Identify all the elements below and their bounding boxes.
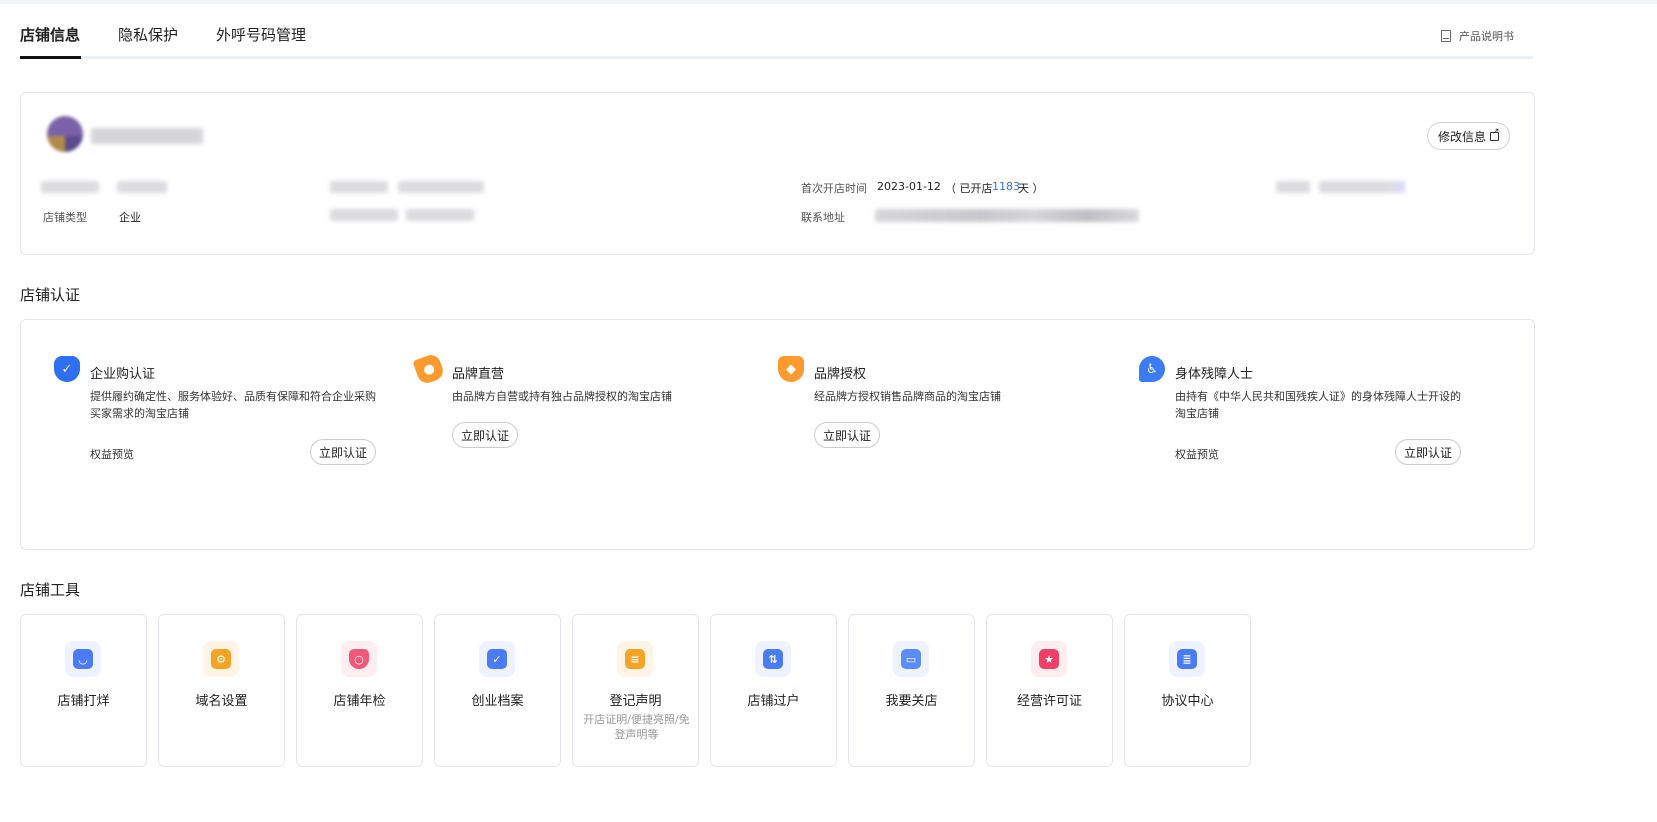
license-folder-icon: ★ <box>1031 641 1067 677</box>
cert-title: 品牌直营 <box>452 367 505 382</box>
address-label: 联系地址 <box>801 211 845 224</box>
tools-section-title: 店铺工具 <box>20 581 81 599</box>
product-manual-link[interactable]: 产品说明书 <box>1441 28 1514 44</box>
address-redacted <box>875 209 1139 222</box>
tool-name: 店铺打烊 <box>57 694 110 709</box>
redacted-label <box>41 181 99 193</box>
tool-name: 域名设置 <box>195 694 248 709</box>
tag-icon: ● <box>412 352 446 386</box>
tool-close-store[interactable]: ▭ 我要关店 <box>848 614 975 767</box>
store-info-card: 修改信息 首次开店时间 2023-01-12 （ 已开店 1183 天 ） 店铺… <box>20 92 1535 255</box>
cert-section-title: 店铺认证 <box>20 286 81 304</box>
cert-title: 品牌授权 <box>814 367 867 382</box>
redacted-label <box>1276 181 1310 193</box>
diamond-icon: ◆ <box>778 356 804 382</box>
top-divider <box>0 0 1657 4</box>
tool-name: 协议中心 <box>1161 694 1214 709</box>
store-type-label: 店铺类型 <box>43 211 87 224</box>
redacted-value <box>117 181 167 193</box>
cert-desc: 提供履约确定性、服务体验好、品质有保障和符合企业采购买家需求的淘宝店铺 <box>90 390 376 420</box>
redacted-value <box>1319 181 1405 193</box>
tool-name: 创业档案 <box>471 694 524 709</box>
tool-name: 登记声明 <box>609 694 662 709</box>
tool-domain[interactable]: ⚙ 域名设置 <box>158 614 285 767</box>
edit-info-label: 修改信息 <box>1437 129 1486 144</box>
tab-store-info[interactable]: 店铺信息 <box>20 24 80 45</box>
redacted-label <box>330 209 398 221</box>
tab-outbound-numbers[interactable]: 外呼号码管理 <box>216 24 306 45</box>
agreement-icon: ≣ <box>1169 641 1205 677</box>
product-manual-label: 产品说明书 <box>1459 30 1514 43</box>
certify-button[interactable]: 立即认证 <box>452 422 519 448</box>
cert-title: 企业购认证 <box>90 367 156 382</box>
heart-wheelchair-icon: ♿ <box>1139 356 1165 382</box>
cert-card: ✓ 企业购认证 提供履约确定性、服务体验好、品质有保障和符合企业采购买家需求的淘… <box>20 319 1535 550</box>
tool-name: 我要关店 <box>885 694 938 709</box>
shop-close-icon: ◡ <box>65 641 101 677</box>
benefits-preview-link[interactable]: 权益预览 <box>1175 446 1219 462</box>
cert-desc: 经品牌方授权销售品牌商品的淘宝店铺 <box>814 390 1001 403</box>
cert-title: 身体残障人士 <box>1175 367 1254 382</box>
redacted-value <box>398 181 484 193</box>
edit-info-button[interactable]: 修改信息 <box>1426 122 1510 150</box>
avatar <box>47 116 83 152</box>
tool-subtitle: 开店证明/便捷亮照/免登声明等 <box>583 713 690 741</box>
certify-button[interactable]: 立即认证 <box>1395 439 1462 465</box>
transfer-icon: ⇅ <box>755 641 791 677</box>
tool-register[interactable]: ≡ 登记声明 开店证明/便捷亮照/免登声明等 <box>572 614 699 767</box>
tool-name: 店铺过户 <box>747 694 800 709</box>
first-open-label: 首次开店时间 <box>801 182 867 195</box>
cert-desc: 由持有《中华人民共和国残疾人证》的身体残障人士开设的淘宝店铺 <box>1175 390 1461 420</box>
tool-name: 经营许可证 <box>1016 694 1082 709</box>
open-days-prefix: （ 已开店 <box>945 182 993 195</box>
redacted-value <box>406 209 474 221</box>
first-open-date: 2023-01-12 <box>877 180 941 193</box>
tool-annual-inspection[interactable]: ○ 店铺年检 <box>296 614 423 767</box>
open-days-suffix: 天 ） <box>1018 182 1044 195</box>
active-tab-indicator <box>20 56 81 59</box>
tool-name: 店铺年检 <box>333 694 386 709</box>
tab-privacy[interactable]: 隐私保护 <box>118 24 178 45</box>
book-icon <box>1441 30 1451 42</box>
store-name-redacted <box>91 128 203 144</box>
redacted-label <box>330 181 388 193</box>
tab-bar: 店铺信息 隐私保护 外呼号码管理 产品说明书 <box>20 20 1533 59</box>
shield-check-icon: ✓ <box>54 356 80 382</box>
certify-button[interactable]: 立即认证 <box>814 422 881 448</box>
certify-button[interactable]: 立即认证 <box>310 439 377 465</box>
tool-archive[interactable]: ✓ 创业档案 <box>434 614 561 767</box>
register-doc-icon: ≡ <box>617 641 653 677</box>
open-days-count: 1183 <box>992 180 1020 193</box>
benefits-preview-link[interactable]: 权益预览 <box>90 446 134 462</box>
inspection-shield-icon: ○ <box>341 641 377 677</box>
tool-license[interactable]: ★ 经营许可证 <box>986 614 1113 767</box>
tool-shop-close[interactable]: ◡ 店铺打烊 <box>20 614 147 767</box>
external-link-icon <box>1490 127 1500 141</box>
cert-desc: 由品牌方自营或持有独占品牌授权的淘宝店铺 <box>452 390 672 403</box>
store-type-value: 企业 <box>119 211 141 224</box>
tool-agreement[interactable]: ≣ 协议中心 <box>1124 614 1251 767</box>
tool-transfer[interactable]: ⇅ 店铺过户 <box>710 614 837 767</box>
close-store-icon: ▭ <box>893 641 929 677</box>
archive-icon: ✓ <box>479 641 515 677</box>
domain-icon: ⚙ <box>203 641 239 677</box>
